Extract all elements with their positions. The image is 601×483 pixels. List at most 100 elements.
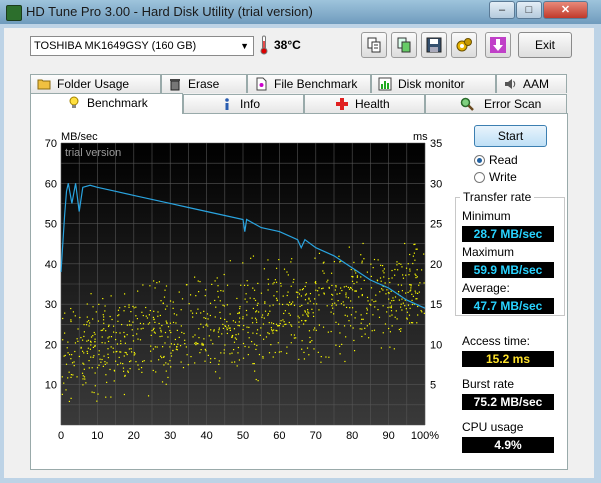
access-time-point [200, 312, 202, 314]
tab-info[interactable]: Info [183, 94, 304, 113]
access-time-point [251, 317, 253, 319]
access-time-point [287, 291, 289, 293]
start-button[interactable]: Start [474, 125, 547, 147]
access-time-point [217, 290, 219, 292]
access-time-point [246, 301, 248, 303]
copy-screenshot-button[interactable] [391, 32, 417, 58]
access-time-point [363, 258, 365, 260]
x-tick: 50 [237, 430, 249, 442]
y-tick-right: 10 [430, 339, 442, 351]
access-time-point [281, 303, 284, 306]
access-time-point [160, 355, 162, 357]
close-button[interactable]: ✕ [543, 1, 588, 19]
access-time-point [169, 360, 171, 362]
access-time-point [118, 356, 120, 359]
access-time-point [295, 337, 297, 339]
access-time-point [264, 301, 266, 303]
access-time-point [363, 279, 365, 282]
access-time-point [361, 294, 363, 297]
access-time-point [299, 305, 301, 307]
access-time-point [104, 363, 106, 365]
access-time-point [334, 289, 336, 291]
access-time-point [157, 311, 159, 313]
access-time-point [86, 350, 88, 353]
tab-file-benchmark[interactable]: File Benchmark [247, 74, 371, 93]
access-time-point [161, 324, 163, 327]
access-time-point [268, 322, 270, 324]
access-time-point [166, 322, 168, 324]
access-time-point [253, 343, 256, 345]
access-time-point [344, 360, 346, 363]
access-time-point [229, 260, 231, 262]
access-time-point [61, 393, 63, 395]
exit-button[interactable]: Exit [518, 32, 572, 58]
access-time-point [211, 283, 213, 286]
access-time-point [371, 330, 373, 332]
access-time-point [184, 339, 186, 341]
access-time-point [188, 303, 190, 305]
access-time-point [304, 310, 306, 312]
access-time-point [254, 370, 256, 372]
read-radio[interactable] [474, 155, 485, 166]
access-time-point [107, 348, 109, 350]
access-time-point [237, 352, 239, 354]
access-time-point [225, 325, 227, 327]
access-time-point [360, 314, 362, 316]
access-time-point [315, 289, 317, 291]
access-time-point [323, 272, 325, 274]
access-time-point [286, 303, 288, 305]
file-icon [256, 77, 267, 91]
maximize-button[interactable]: □ [516, 1, 542, 19]
access-time-point [95, 311, 97, 313]
access-time-point [120, 340, 122, 342]
tab-error-scan[interactable]: Error Scan [425, 94, 567, 113]
access-time-point [158, 359, 160, 361]
copy-text-button[interactable] [361, 32, 387, 58]
access-time-point [93, 355, 95, 357]
access-time-point [353, 339, 355, 342]
access-time-point [139, 322, 142, 325]
access-time-point [113, 331, 115, 333]
access-time-point [247, 354, 249, 356]
access-time-point [249, 297, 251, 299]
access-time-point [97, 393, 99, 395]
save-button[interactable] [421, 32, 447, 58]
tab-disk-monitor[interactable]: Disk monitor [371, 74, 496, 93]
access-time-point [393, 348, 395, 350]
access-time-point [263, 317, 265, 319]
tab-benchmark[interactable]: Benchmark [30, 93, 183, 114]
tab-folder-usage[interactable]: Folder Usage [30, 74, 161, 93]
access-time-point [122, 367, 125, 369]
access-time-point [335, 304, 337, 306]
access-time-point [81, 339, 84, 341]
access-time-point [293, 337, 295, 339]
access-time-point [92, 306, 94, 308]
access-time-point [349, 307, 351, 309]
minimize-button[interactable]: – [489, 1, 515, 19]
access-time-point [128, 324, 131, 326]
access-time-point [180, 325, 182, 327]
download-button[interactable] [485, 32, 511, 58]
tab-aam[interactable]: AAM [496, 74, 567, 93]
access-time-point [170, 343, 173, 345]
access-time-point [303, 358, 306, 360]
tab-health[interactable]: Health [304, 94, 425, 113]
access-time-point [345, 296, 347, 298]
access-time-point [82, 384, 84, 386]
tab-erase[interactable]: Erase [161, 74, 247, 93]
access-time-point [362, 318, 364, 320]
tab-label: Health [355, 97, 390, 111]
access-time-point [91, 391, 93, 393]
options-button[interactable] [451, 32, 477, 58]
access-time-point [278, 351, 281, 353]
access-time-point [356, 276, 358, 278]
write-radio[interactable] [474, 172, 485, 183]
access-time-point [373, 258, 376, 261]
y-tick-left: 30 [45, 299, 57, 311]
access-time-point [121, 323, 123, 326]
access-time-point [373, 301, 375, 303]
access-time-point [202, 326, 204, 328]
access-time-point [194, 334, 196, 336]
access-time-point [333, 261, 335, 263]
drive-select[interactable]: TOSHIBA MK1649GSY (160 GB) ▼ [30, 36, 254, 56]
